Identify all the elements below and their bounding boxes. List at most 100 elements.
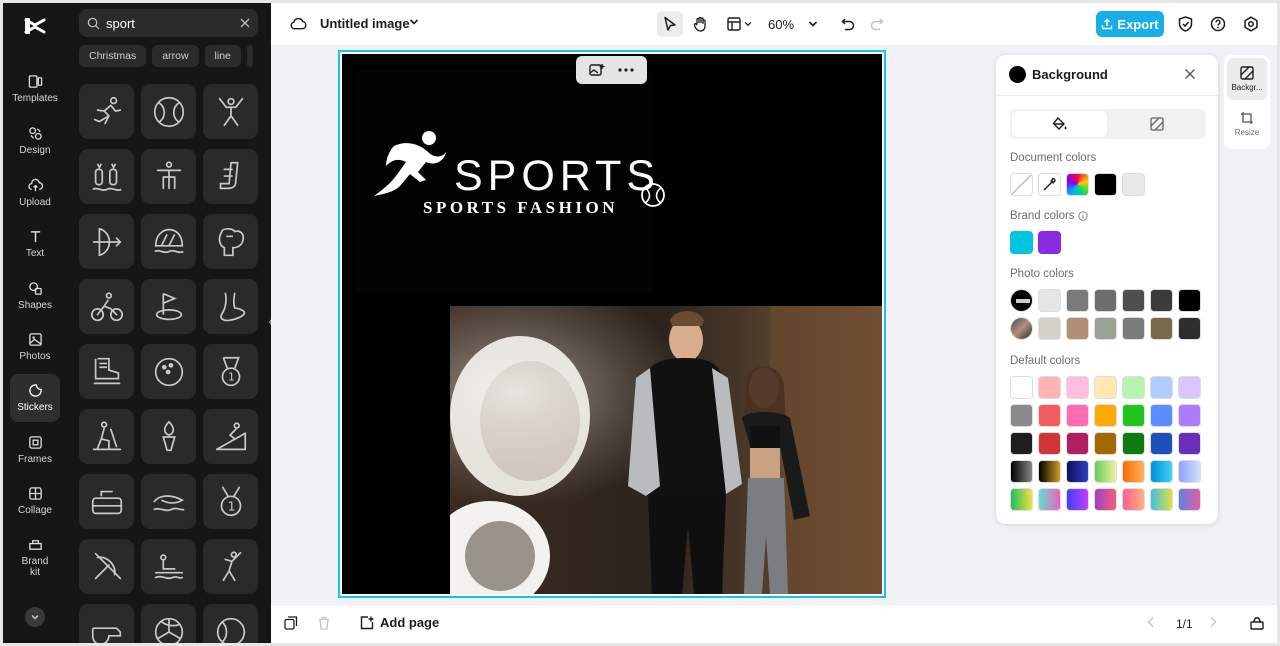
sticker-tile[interactable] <box>79 539 134 594</box>
chevron-down-icon[interactable] <box>409 17 419 27</box>
photo-color-swatch[interactable] <box>1038 289 1061 312</box>
rail-item-brand-kit[interactable]: Brand kit <box>10 531 60 583</box>
sticker-tile[interactable] <box>203 409 258 464</box>
document-color-swatch[interactable] <box>1122 173 1145 196</box>
default-color-swatch[interactable] <box>1010 460 1033 483</box>
sticker-tile[interactable] <box>141 149 196 204</box>
tennis-ball-icon[interactable] <box>640 182 666 208</box>
photo-color-swatch[interactable] <box>1178 289 1201 312</box>
brand-title-text[interactable]: SPORTS <box>454 152 660 201</box>
shield-button[interactable] <box>1173 11 1197 37</box>
sticker-tile[interactable] <box>203 279 258 334</box>
default-color-swatch[interactable] <box>1122 432 1145 455</box>
default-color-swatch[interactable] <box>1038 404 1061 427</box>
previous-page-button[interactable] <box>1147 616 1155 628</box>
next-page-button[interactable] <box>1209 616 1217 628</box>
sticker-tile[interactable] <box>141 539 196 594</box>
photo-color-swatch[interactable] <box>1150 289 1173 312</box>
rail-item-frames[interactable]: Frames <box>10 426 60 474</box>
photo-thumbnail-logo[interactable] <box>1010 289 1033 312</box>
photo-color-swatch[interactable] <box>1038 317 1061 340</box>
default-color-swatch[interactable] <box>1010 404 1033 427</box>
default-color-swatch[interactable] <box>1122 488 1145 511</box>
sticker-tile[interactable] <box>203 604 258 643</box>
photo-color-swatch[interactable] <box>1178 317 1201 340</box>
photo-color-swatch[interactable] <box>1094 289 1117 312</box>
photo-color-swatch[interactable] <box>1150 317 1173 340</box>
sticker-tile[interactable]: 1 <box>203 344 258 399</box>
sticker-tile[interactable]: 1 <box>203 474 258 529</box>
default-color-swatch[interactable] <box>1150 376 1173 399</box>
redo-button[interactable] <box>865 11 889 37</box>
default-color-swatch[interactable] <box>1094 488 1117 511</box>
custom-color-picker[interactable] <box>1066 173 1089 196</box>
default-color-swatch[interactable] <box>1094 404 1117 427</box>
sticker-tile[interactable] <box>203 214 258 269</box>
default-color-swatch[interactable] <box>1178 404 1201 427</box>
delete-page-button[interactable] <box>317 616 331 630</box>
document-title[interactable]: Untitled image <box>320 16 410 31</box>
default-color-swatch[interactable] <box>1178 460 1201 483</box>
default-color-swatch[interactable] <box>1150 488 1173 511</box>
default-color-swatch[interactable] <box>1038 432 1061 455</box>
rail-item-collage[interactable]: Collage <box>10 477 60 525</box>
photo-thumbnail-fashion[interactable] <box>1010 317 1033 340</box>
help-button[interactable] <box>1206 11 1230 37</box>
sticker-tile[interactable] <box>79 149 134 204</box>
rail-item-upload[interactable]: Upload <box>10 169 60 217</box>
rail-tab-background[interactable]: Backgr... <box>1227 58 1267 100</box>
chip-overflow[interactable] <box>246 45 253 67</box>
sticker-tile[interactable] <box>203 149 258 204</box>
rail-item-stickers[interactable]: Stickers <box>10 374 60 422</box>
settings-button[interactable] <box>1239 11 1263 37</box>
rail-item-templates[interactable]: Templates <box>10 65 60 113</box>
sticker-tile[interactable] <box>79 409 134 464</box>
sticker-tile[interactable] <box>141 84 196 139</box>
default-color-swatch[interactable] <box>1150 432 1173 455</box>
default-color-swatch[interactable] <box>1038 488 1061 511</box>
close-icon[interactable] <box>1184 68 1196 80</box>
rail-item-photos[interactable]: Photos <box>10 323 60 371</box>
default-color-swatch[interactable] <box>1094 460 1117 483</box>
pages-panel-button[interactable] <box>1250 616 1264 630</box>
export-button[interactable]: Export <box>1096 11 1164 37</box>
default-color-swatch[interactable] <box>1066 432 1089 455</box>
chip-christmas[interactable]: Christmas <box>79 45 147 67</box>
cloud-sync-icon[interactable] <box>290 16 307 31</box>
sticker-tile[interactable] <box>79 279 134 334</box>
default-color-swatch[interactable] <box>1066 376 1089 399</box>
chip-arrow[interactable]: arrow <box>152 45 199 67</box>
runner-logo-icon[interactable] <box>372 128 450 198</box>
tab-fill-color[interactable] <box>1012 111 1107 137</box>
brand-subtitle-text[interactable]: SPORTS FASHION <box>423 198 618 218</box>
default-color-swatch[interactable] <box>1066 488 1089 511</box>
default-color-swatch[interactable] <box>1178 376 1201 399</box>
sticker-search-input[interactable] <box>106 15 240 31</box>
undo-button[interactable] <box>836 11 860 37</box>
rail-item-text[interactable]: Text <box>10 220 60 268</box>
replace-image-icon[interactable] <box>589 63 605 78</box>
photo-color-swatch[interactable] <box>1066 317 1089 340</box>
eyedropper-button[interactable] <box>1038 173 1061 196</box>
default-color-swatch[interactable] <box>1178 488 1201 511</box>
sticker-tile[interactable] <box>79 604 134 643</box>
chip-line[interactable]: line <box>204 45 241 67</box>
transparent-swatch[interactable] <box>1010 173 1033 196</box>
sticker-tile[interactable] <box>79 214 134 269</box>
default-color-swatch[interactable] <box>1122 376 1145 399</box>
clear-search-icon[interactable] <box>240 18 250 28</box>
default-color-swatch[interactable] <box>1066 404 1089 427</box>
default-color-swatch[interactable] <box>1010 432 1033 455</box>
info-icon[interactable] <box>1077 211 1088 221</box>
sticker-tile[interactable] <box>141 474 196 529</box>
photo-color-swatch[interactable] <box>1122 289 1145 312</box>
artboard[interactable]: SPORTS SPORTS FASHION <box>342 54 882 594</box>
photo-color-swatch[interactable] <box>1122 317 1145 340</box>
more-options-icon[interactable] <box>618 68 634 72</box>
add-page-button[interactable]: Add page <box>360 615 439 630</box>
default-color-swatch[interactable] <box>1038 460 1061 483</box>
rail-tab-resize[interactable]: Resize <box>1227 103 1267 145</box>
photo-color-swatch[interactable] <box>1094 317 1117 340</box>
tab-image-background[interactable] <box>1109 111 1204 137</box>
photo-color-swatch[interactable] <box>1066 289 1089 312</box>
